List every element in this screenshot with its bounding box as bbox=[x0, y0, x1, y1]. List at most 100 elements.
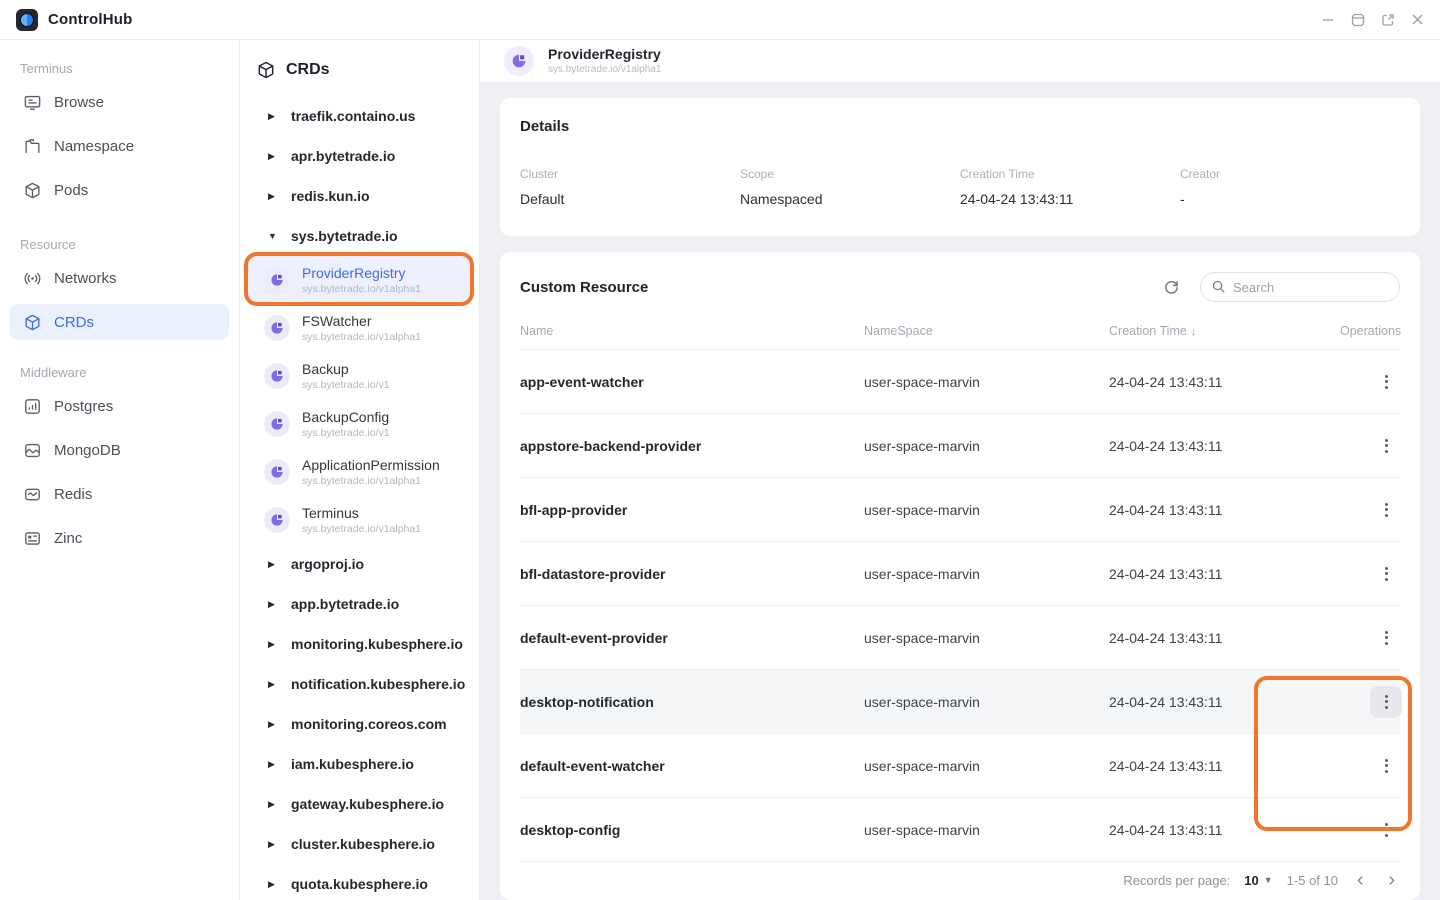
chevron-down-icon: ▼ bbox=[1264, 875, 1273, 885]
tree-item-terminus[interactable]: Terminussys.bytetrade.io/v1alpha1 bbox=[246, 496, 473, 544]
sidebar-item-label: Pods bbox=[54, 182, 88, 199]
minimize-icon[interactable] bbox=[1321, 13, 1335, 27]
records-per-page-label: Records per page: bbox=[1123, 873, 1230, 888]
sidebar-item-redis[interactable]: Redis bbox=[10, 472, 229, 516]
tree-item-providerregistry[interactable]: ProviderRegistrysys.bytetrade.io/v1alpha… bbox=[246, 256, 473, 304]
column-creation-time[interactable]: Creation Time↓ bbox=[1109, 324, 1340, 338]
crds-icon bbox=[22, 312, 42, 332]
sidebar-item-mongodb[interactable]: MongoDB bbox=[10, 428, 229, 472]
tree-group-sys-bytetrade[interactable]: ▼ sys.bytetrade.io bbox=[240, 216, 479, 256]
table-row[interactable]: default-event-provider user-space-marvin… bbox=[520, 606, 1400, 670]
sidebar-item-label: CRDs bbox=[54, 314, 94, 331]
crd-kind-icon bbox=[264, 507, 290, 533]
sidebar-item-zinc[interactable]: Zinc bbox=[10, 516, 229, 560]
tree-item-applicationpermission[interactable]: ApplicationPermissionsys.bytetrade.io/v1… bbox=[246, 448, 473, 496]
details-title: Details bbox=[520, 118, 1400, 135]
search-input[interactable] bbox=[1200, 272, 1400, 302]
column-name[interactable]: Name bbox=[520, 324, 864, 338]
tree-group-traefik[interactable]: ▶ traefik.containo.us bbox=[240, 96, 479, 136]
sidebar-item-browse[interactable]: Browse bbox=[10, 80, 229, 124]
sidebar-item-label: Zinc bbox=[54, 530, 82, 547]
chevron-right-icon: ▶ bbox=[268, 191, 278, 202]
close-icon[interactable] bbox=[1411, 13, 1424, 26]
tree-group-quota-kubesphere[interactable]: ▶ quota.kubesphere.io bbox=[240, 864, 479, 900]
browse-icon bbox=[22, 92, 42, 112]
sidebar-item-label: Redis bbox=[54, 486, 92, 503]
custom-resource-title: Custom Resource bbox=[520, 279, 648, 296]
sidebar-section-resource: Resource bbox=[10, 232, 229, 256]
redis-icon bbox=[22, 484, 42, 504]
sidebar-item-postgres[interactable]: Postgres bbox=[10, 384, 229, 428]
namespace-icon bbox=[22, 136, 42, 156]
crd-tree-panel: CRDs ▶ traefik.containo.us ▶ apr.bytetra… bbox=[240, 40, 480, 900]
row-actions-kebab-icon[interactable] bbox=[1370, 814, 1402, 846]
maximize-icon[interactable] bbox=[1351, 13, 1365, 27]
row-actions-kebab-icon[interactable] bbox=[1370, 430, 1402, 462]
column-operations: Operations bbox=[1340, 324, 1400, 338]
tree-group-argoproj[interactable]: ▶ argoproj.io bbox=[240, 544, 479, 584]
sidebar-section-middleware: Middleware bbox=[10, 360, 229, 384]
sidebar-item-networks[interactable]: Networks bbox=[10, 256, 229, 300]
chevron-right-icon: ▶ bbox=[268, 639, 278, 650]
prev-page-icon[interactable] bbox=[1352, 874, 1369, 887]
tree-group-app-bytetrade[interactable]: ▶ app.bytetrade.io bbox=[240, 584, 479, 624]
row-actions-kebab-icon[interactable] bbox=[1370, 750, 1402, 782]
table-row[interactable]: appstore-backend-provider user-space-mar… bbox=[520, 414, 1400, 478]
sidebar-item-pods[interactable]: Pods bbox=[10, 168, 229, 212]
row-actions-kebab-icon[interactable] bbox=[1370, 494, 1402, 526]
next-page-icon[interactable] bbox=[1383, 874, 1400, 887]
tree-group-monitoring-coreos[interactable]: ▶ monitoring.coreos.com bbox=[240, 704, 479, 744]
crd-kind-icon bbox=[264, 315, 290, 341]
row-actions-kebab-icon[interactable] bbox=[1370, 366, 1402, 398]
chevron-right-icon: ▶ bbox=[268, 879, 278, 890]
chevron-right-icon: ▶ bbox=[268, 679, 278, 690]
pods-icon bbox=[22, 180, 42, 200]
tree-group-gateway-kubesphere[interactable]: ▶ gateway.kubesphere.io bbox=[240, 784, 479, 824]
sidebar-item-label: Postgres bbox=[54, 398, 113, 415]
column-namespace[interactable]: NameSpace bbox=[864, 324, 1109, 338]
table-row[interactable]: default-event-watcher user-space-marvin … bbox=[520, 734, 1400, 798]
sidebar-item-namespace[interactable]: Namespace bbox=[10, 124, 229, 168]
tree-item-backup[interactable]: Backupsys.bytetrade.io/v1 bbox=[246, 352, 473, 400]
search-icon bbox=[1211, 279, 1226, 299]
crd-kind-icon bbox=[264, 459, 290, 485]
tree-group-notification-kubesphere[interactable]: ▶ notification.kubesphere.io bbox=[240, 664, 479, 704]
custom-resource-card: Custom Resource Name NameSpace Creation … bbox=[500, 252, 1420, 900]
tree-group-iam-kubesphere[interactable]: ▶ iam.kubesphere.io bbox=[240, 744, 479, 784]
sidebar-item-label: MongoDB bbox=[54, 442, 121, 459]
pagination: Records per page: 10▼ 1-5 of 10 bbox=[520, 862, 1400, 898]
tree-group-redis-kun[interactable]: ▶ redis.kun.io bbox=[240, 176, 479, 216]
chevron-right-icon: ▶ bbox=[268, 599, 278, 610]
sidebar-item-crds[interactable]: CRDs bbox=[10, 304, 229, 340]
row-actions-kebab-icon[interactable] bbox=[1370, 622, 1402, 654]
chevron-right-icon: ▶ bbox=[268, 759, 278, 770]
details-card: Details Cluster Default Scope Namespaced… bbox=[500, 98, 1420, 236]
tree-group-cluster-kubesphere[interactable]: ▶ cluster.kubesphere.io bbox=[240, 824, 479, 864]
sidebar: Terminus Browse Namespace Pods Resource … bbox=[0, 40, 240, 900]
popout-icon[interactable] bbox=[1381, 13, 1395, 27]
page-size-select[interactable]: 10▼ bbox=[1244, 873, 1272, 888]
chevron-right-icon: ▶ bbox=[268, 839, 278, 850]
sort-desc-icon: ↓ bbox=[1191, 326, 1197, 338]
page-title: ProviderRegistry bbox=[548, 46, 661, 63]
tree-item-fswatcher[interactable]: FSWatchersys.bytetrade.io/v1alpha1 bbox=[246, 304, 473, 352]
refresh-icon[interactable] bbox=[1163, 279, 1180, 296]
chevron-right-icon: ▶ bbox=[268, 719, 278, 730]
table-row[interactable]: desktop-config user-space-marvin 24-04-2… bbox=[520, 798, 1400, 862]
chevron-right-icon: ▶ bbox=[268, 799, 278, 810]
networks-icon bbox=[22, 268, 42, 288]
app-logo bbox=[16, 9, 38, 31]
table-row-highlighted[interactable]: desktop-notification user-space-marvin 2… bbox=[520, 670, 1400, 734]
row-actions-kebab-icon[interactable] bbox=[1370, 686, 1402, 718]
sidebar-item-label: Browse bbox=[54, 94, 104, 111]
row-actions-kebab-icon[interactable] bbox=[1370, 558, 1402, 590]
table-row[interactable]: bfl-datastore-provider user-space-marvin… bbox=[520, 542, 1400, 606]
table-row[interactable]: app-event-watcher user-space-marvin 24-0… bbox=[520, 350, 1400, 414]
detail-field-scope: Scope Namespaced bbox=[740, 167, 960, 207]
tree-group-monitoring-kubesphere[interactable]: ▶ monitoring.kubesphere.io bbox=[240, 624, 479, 664]
postgres-icon bbox=[22, 396, 42, 416]
tree-item-backupconfig[interactable]: BackupConfigsys.bytetrade.io/v1 bbox=[246, 400, 473, 448]
tree-group-apr[interactable]: ▶ apr.bytetrade.io bbox=[240, 136, 479, 176]
detail-field-cluster: Cluster Default bbox=[520, 167, 740, 207]
table-row[interactable]: bfl-app-provider user-space-marvin 24-04… bbox=[520, 478, 1400, 542]
